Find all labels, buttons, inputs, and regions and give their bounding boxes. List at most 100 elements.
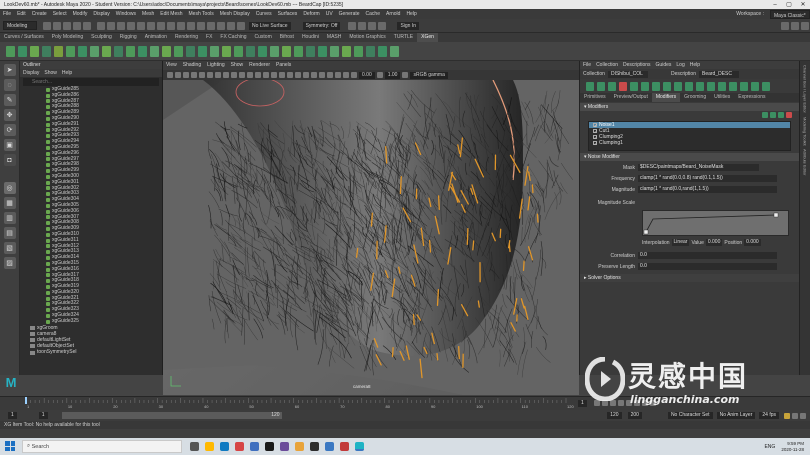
lights-icon[interactable] [279,72,285,78]
grid-icon[interactable] [199,72,205,78]
gamma-icon[interactable] [376,72,383,78]
guide-normalize-icon[interactable] [684,81,693,91]
graph-layout-icon[interactable]: ▨ [3,257,16,269]
character-set-dropdown[interactable]: No Character Set [667,412,713,419]
xgen-interactive-icon[interactable] [305,45,315,57]
xgen-import-icon[interactable] [329,45,339,57]
render-frame-icon[interactable] [197,21,205,30]
guide-sculpt-icon[interactable] [662,81,671,91]
viewport-menu-renderer[interactable]: Renderer [246,61,273,70]
shelf-tab-turtle[interactable]: TURTLE [390,33,417,42]
menu-help[interactable]: Help [403,9,419,19]
workspace-dropdown[interactable]: Maya Classic* [770,9,810,19]
guide-curve[interactable] [436,289,440,306]
xray-components-icon[interactable] [351,72,357,78]
select-component-icon[interactable] [117,21,125,30]
gate-mask-icon[interactable] [223,72,229,78]
task-view-icon[interactable] [190,442,199,451]
resolution-gate-icon[interactable] [215,72,221,78]
xgen-grab-icon[interactable] [209,45,219,57]
xgen-freeze-icon[interactable] [149,45,159,57]
guide-curve[interactable] [436,352,439,361]
menu-edit[interactable]: Edit [14,9,29,19]
anim-layer-dropdown[interactable]: No Anim Layer [716,412,756,419]
guide-mirror-icon[interactable] [739,81,748,91]
xgen-menu-file[interactable]: File [583,61,591,69]
shelf-tab-rendering[interactable]: Rendering [171,33,202,42]
xray-joints-icon[interactable] [343,72,349,78]
xgen-help-icon[interactable] [389,45,399,57]
current-time-marker[interactable] [25,397,27,404]
chrome-icon[interactable] [235,442,244,451]
guide-curve[interactable] [437,195,440,211]
value-field[interactable]: 0.000 [705,239,723,246]
xgen-scale-icon[interactable] [233,45,243,57]
windows-start-icon[interactable] [5,441,15,451]
safe-action-icon[interactable] [239,72,245,78]
open-scene-icon[interactable] [53,21,61,30]
collection-dropdown[interactable]: DIShibui_COL [607,70,648,78]
shelf-tab-rigging[interactable]: Rigging [116,33,141,42]
light-editor-icon[interactable] [237,21,245,30]
menu-display[interactable]: Display [90,9,112,19]
viewport-menu-shading[interactable]: Shading [180,61,204,70]
frequency-field[interactable]: clamp(1 * rand(0.0,0.8) rand(0.1,1.5)) [638,175,777,182]
rotate-tool-icon[interactable]: ⟳ [3,124,16,136]
last-tool-icon[interactable]: ◘ [3,154,16,166]
playback-start-field[interactable]: 1 [38,412,48,419]
maya-taskbar-icon[interactable] [355,442,364,451]
animation-end-field[interactable]: 200 [627,412,642,419]
folder-icon[interactable] [295,442,304,451]
guide-rebuild-icon[interactable] [673,81,682,91]
add-modifier-icon[interactable] [762,112,768,118]
snap-grid-icon[interactable] [127,21,135,30]
viewport-3d[interactable] [163,80,579,395]
move-up-icon[interactable] [770,112,776,118]
settings-app-icon[interactable] [310,442,319,451]
snap-point-icon[interactable] [147,21,155,30]
check-icon[interactable]: ✓ [593,129,597,134]
menu-select[interactable]: Select [50,9,70,19]
guide-curve[interactable] [391,347,394,358]
menu-surfaces[interactable]: Surfaces [275,9,301,19]
render-settings-icon[interactable] [217,21,225,30]
menu-arnold[interactable]: Arnold [383,9,403,19]
xgen-convert-icon[interactable] [341,45,351,57]
side-tab-channel-box[interactable]: Channel Box / Layer Editor [803,65,808,113]
xray-icon[interactable] [335,72,341,78]
shelf-tab-sculpting[interactable]: Sculpting [87,33,116,42]
store-icon[interactable] [250,442,259,451]
mail-icon[interactable] [325,442,334,451]
check-icon[interactable]: ✓ [593,135,597,140]
symmetry-dropdown[interactable]: Symmetry: Off [302,21,341,30]
script-editor-icon[interactable] [800,412,806,419]
outliner-layout-icon[interactable]: ▧ [3,242,16,254]
shelf-tab-houdini[interactable]: Houdini [298,33,323,42]
guide-add-icon[interactable] [640,81,649,91]
tab-expressions[interactable]: Expressions [734,93,769,102]
xgen-mirror-icon[interactable] [197,45,207,57]
xgen-clump-icon[interactable] [101,45,111,57]
xgen-sculpt-icon[interactable] [53,45,63,57]
camera-select-icon[interactable] [167,72,173,78]
smooth-shade-icon[interactable] [255,72,261,78]
history-icon[interactable] [177,21,185,30]
isolate-select-icon[interactable] [327,72,333,78]
guide-curves-icon[interactable] [750,81,759,91]
outliner-search-input[interactable]: Search... [23,78,159,86]
guide-curve[interactable] [428,239,432,253]
snap-curve-icon[interactable] [137,21,145,30]
tab-utilities[interactable]: Utilities [710,93,734,102]
noise-modifier-section-header[interactable]: ▾ Noise Modifier [580,153,799,161]
depth-of-field-icon[interactable] [319,72,325,78]
shelf-tab-mash[interactable]: MASH [323,33,345,42]
move-down-icon[interactable] [778,112,784,118]
guide-curve[interactable] [531,184,534,194]
xgen-comb-icon[interactable] [89,45,99,57]
xgen-smooth-icon[interactable] [137,45,147,57]
guide-bake-icon[interactable] [728,81,737,91]
side-tab-attribute-editor[interactable]: Attribute Editor [803,149,808,175]
edge-icon[interactable] [220,442,229,451]
modifier-item-clumping1[interactable]: ✓ Clumping1 [589,140,790,146]
textured-icon[interactable] [271,72,277,78]
